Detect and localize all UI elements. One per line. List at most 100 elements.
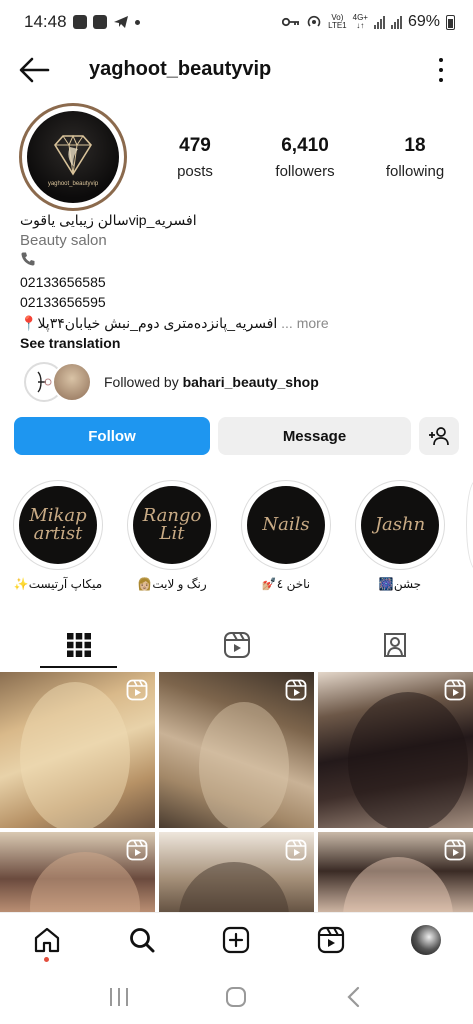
highlight-item[interactable]: Rango Lit رنگ و لایت👩🏼 xyxy=(126,480,218,591)
phone-line xyxy=(20,251,460,272)
highlight-item[interactable]: Nails ناخن ٤💅🏼 xyxy=(240,480,332,591)
home-button-icon[interactable] xyxy=(224,985,248,1009)
highlight-item[interactable]: Jashn جشن🎆 xyxy=(354,480,446,591)
highlight-cover: Nails xyxy=(247,486,325,564)
search-icon xyxy=(129,927,155,952)
highlight-label: میکاپ آرتیست✨ xyxy=(13,577,103,591)
reel-badge-icon xyxy=(285,839,307,861)
bottom-navigation xyxy=(0,912,473,966)
phone-icon xyxy=(21,252,35,266)
tagged-icon xyxy=(383,633,406,657)
phone-number-1[interactable]: 02133656585 xyxy=(20,272,460,293)
nav-profile[interactable] xyxy=(406,920,446,960)
network-type: 4G+ ↓↑ xyxy=(352,13,368,30)
tab-reels[interactable] xyxy=(158,622,315,668)
add-person-icon xyxy=(429,427,449,446)
tab-tagged[interactable] xyxy=(316,622,473,668)
post-thumbnail[interactable] xyxy=(0,672,155,828)
profile-category: Beauty salon xyxy=(20,231,107,249)
tab-grid[interactable] xyxy=(0,622,157,668)
profile-avatar-icon xyxy=(410,924,441,955)
follow-button[interactable]: Follow xyxy=(14,417,210,455)
highlight-cover: Mikap artist xyxy=(19,486,97,564)
post-thumbnail[interactable] xyxy=(318,832,473,912)
home-notification-dot xyxy=(44,956,50,962)
battery-percent: 69% xyxy=(407,13,440,30)
avatar-logo-text: yaghoot_beautyvip xyxy=(47,181,99,187)
gallery-notification-icon xyxy=(72,15,87,29)
posts-label: posts xyxy=(177,163,213,180)
status-time: 14:48 xyxy=(24,12,67,31)
profile-header: yaghoot_beautyvip xyxy=(0,48,473,92)
reels-icon xyxy=(317,926,345,953)
notification-dot-icon xyxy=(134,19,140,25)
reels-icon xyxy=(223,632,250,658)
signal-icon-2 xyxy=(390,15,402,29)
reel-badge-icon xyxy=(285,679,307,701)
highlight-item[interactable]: Mikap artist میکاپ آرتیست✨ xyxy=(12,480,104,591)
profile-username: yaghoot_beautyvip xyxy=(89,58,272,80)
follower-avatar-2 xyxy=(52,362,92,402)
system-navigation xyxy=(0,970,473,1024)
stat-posts[interactable]: 479 posts xyxy=(150,135,240,180)
following-count: 18 xyxy=(404,135,426,156)
recent-apps-icon[interactable] xyxy=(107,986,131,1008)
highlight-item-partial[interactable] xyxy=(466,480,473,570)
highlight-label: رنگ و لایت👩🏼 xyxy=(137,577,207,591)
post-thumbnail[interactable] xyxy=(0,832,155,912)
reel-badge-icon xyxy=(444,839,466,861)
following-label: following xyxy=(385,163,445,180)
address-line: 📍افسریه_پانزده‌متری دوم_نبش خیابان۳۴پلا … xyxy=(20,313,460,334)
post-thumbnail[interactable] xyxy=(159,832,314,912)
profile-bio: افسریه_vipسالن زیبایی یاقوت Beauty salon… xyxy=(20,210,460,354)
message-button[interactable]: Message xyxy=(218,417,411,455)
followers-label: followers xyxy=(275,163,335,180)
story-highlights: Mikap artist میکاپ آرتیست✨ Rango Lit رنگ… xyxy=(0,480,473,592)
nav-reels[interactable] xyxy=(311,920,351,960)
back-arrow-icon[interactable] xyxy=(18,56,50,84)
nav-create[interactable] xyxy=(216,920,256,960)
followed-by-username[interactable]: bahari_beauty_shop xyxy=(183,374,319,390)
profile-avatar[interactable]: yaghoot_beautyvip xyxy=(19,103,127,211)
signal-icon-1 xyxy=(373,15,385,29)
b-app-notification-icon xyxy=(92,15,107,29)
back-button-icon[interactable] xyxy=(342,985,366,1009)
stat-followers[interactable]: 6,410 followers xyxy=(260,135,350,180)
status-right: Vo) LTE1 4G+ ↓↑ 69% xyxy=(282,13,455,31)
followed-by-row[interactable]: Followed by bahari_beauty_shop xyxy=(24,362,319,402)
suggested-users-button[interactable] xyxy=(419,417,459,455)
post-thumbnail[interactable] xyxy=(318,672,473,828)
nav-search[interactable] xyxy=(122,920,162,960)
battery-icon xyxy=(446,14,455,30)
key-icon xyxy=(282,17,300,27)
phone-number-2[interactable]: 02133656595 xyxy=(20,292,460,313)
hotspot-icon xyxy=(307,15,321,27)
highlight-cover: Rango Lit xyxy=(133,486,211,564)
profile-stats: 479 posts 6,410 followers 18 following xyxy=(150,135,460,180)
bio-more-link[interactable]: ... more xyxy=(281,315,328,331)
highlight-label: جشن🎆 xyxy=(378,577,422,591)
avatar-image: yaghoot_beautyvip xyxy=(27,111,119,203)
followers-count: 6,410 xyxy=(281,135,329,156)
posts-count: 479 xyxy=(179,135,211,156)
stat-following[interactable]: 18 following xyxy=(370,135,460,180)
create-icon xyxy=(223,926,250,953)
profile-display-name: افسریه_vipسالن زیبایی یاقوت xyxy=(20,212,197,228)
volte-label: Vo) LTE1 xyxy=(328,13,347,30)
telegram-icon xyxy=(113,16,128,28)
status-left: 14:48 xyxy=(24,12,140,32)
active-tab-indicator xyxy=(40,666,117,668)
highlight-label: ناخن ٤💅🏼 xyxy=(261,577,311,591)
more-options-icon[interactable] xyxy=(437,58,445,82)
reel-badge-icon xyxy=(444,679,466,701)
see-translation-link[interactable]: See translation xyxy=(20,333,460,354)
grid-icon xyxy=(66,633,91,657)
highlight-cover: Jashn xyxy=(361,486,439,564)
home-icon xyxy=(35,927,60,952)
post-thumbnail[interactable] xyxy=(159,672,314,828)
address-text: 📍افسریه_پانزده‌متری دوم_نبش خیابان۳۴پلا xyxy=(20,314,278,331)
posts-grid xyxy=(0,672,473,912)
followed-by-text: Followed by bahari_beauty_shop xyxy=(104,374,319,390)
status-bar: 14:48 Vo) LTE1 4G+ ↓↑ 69% xyxy=(0,0,473,44)
nav-home[interactable] xyxy=(27,920,67,962)
